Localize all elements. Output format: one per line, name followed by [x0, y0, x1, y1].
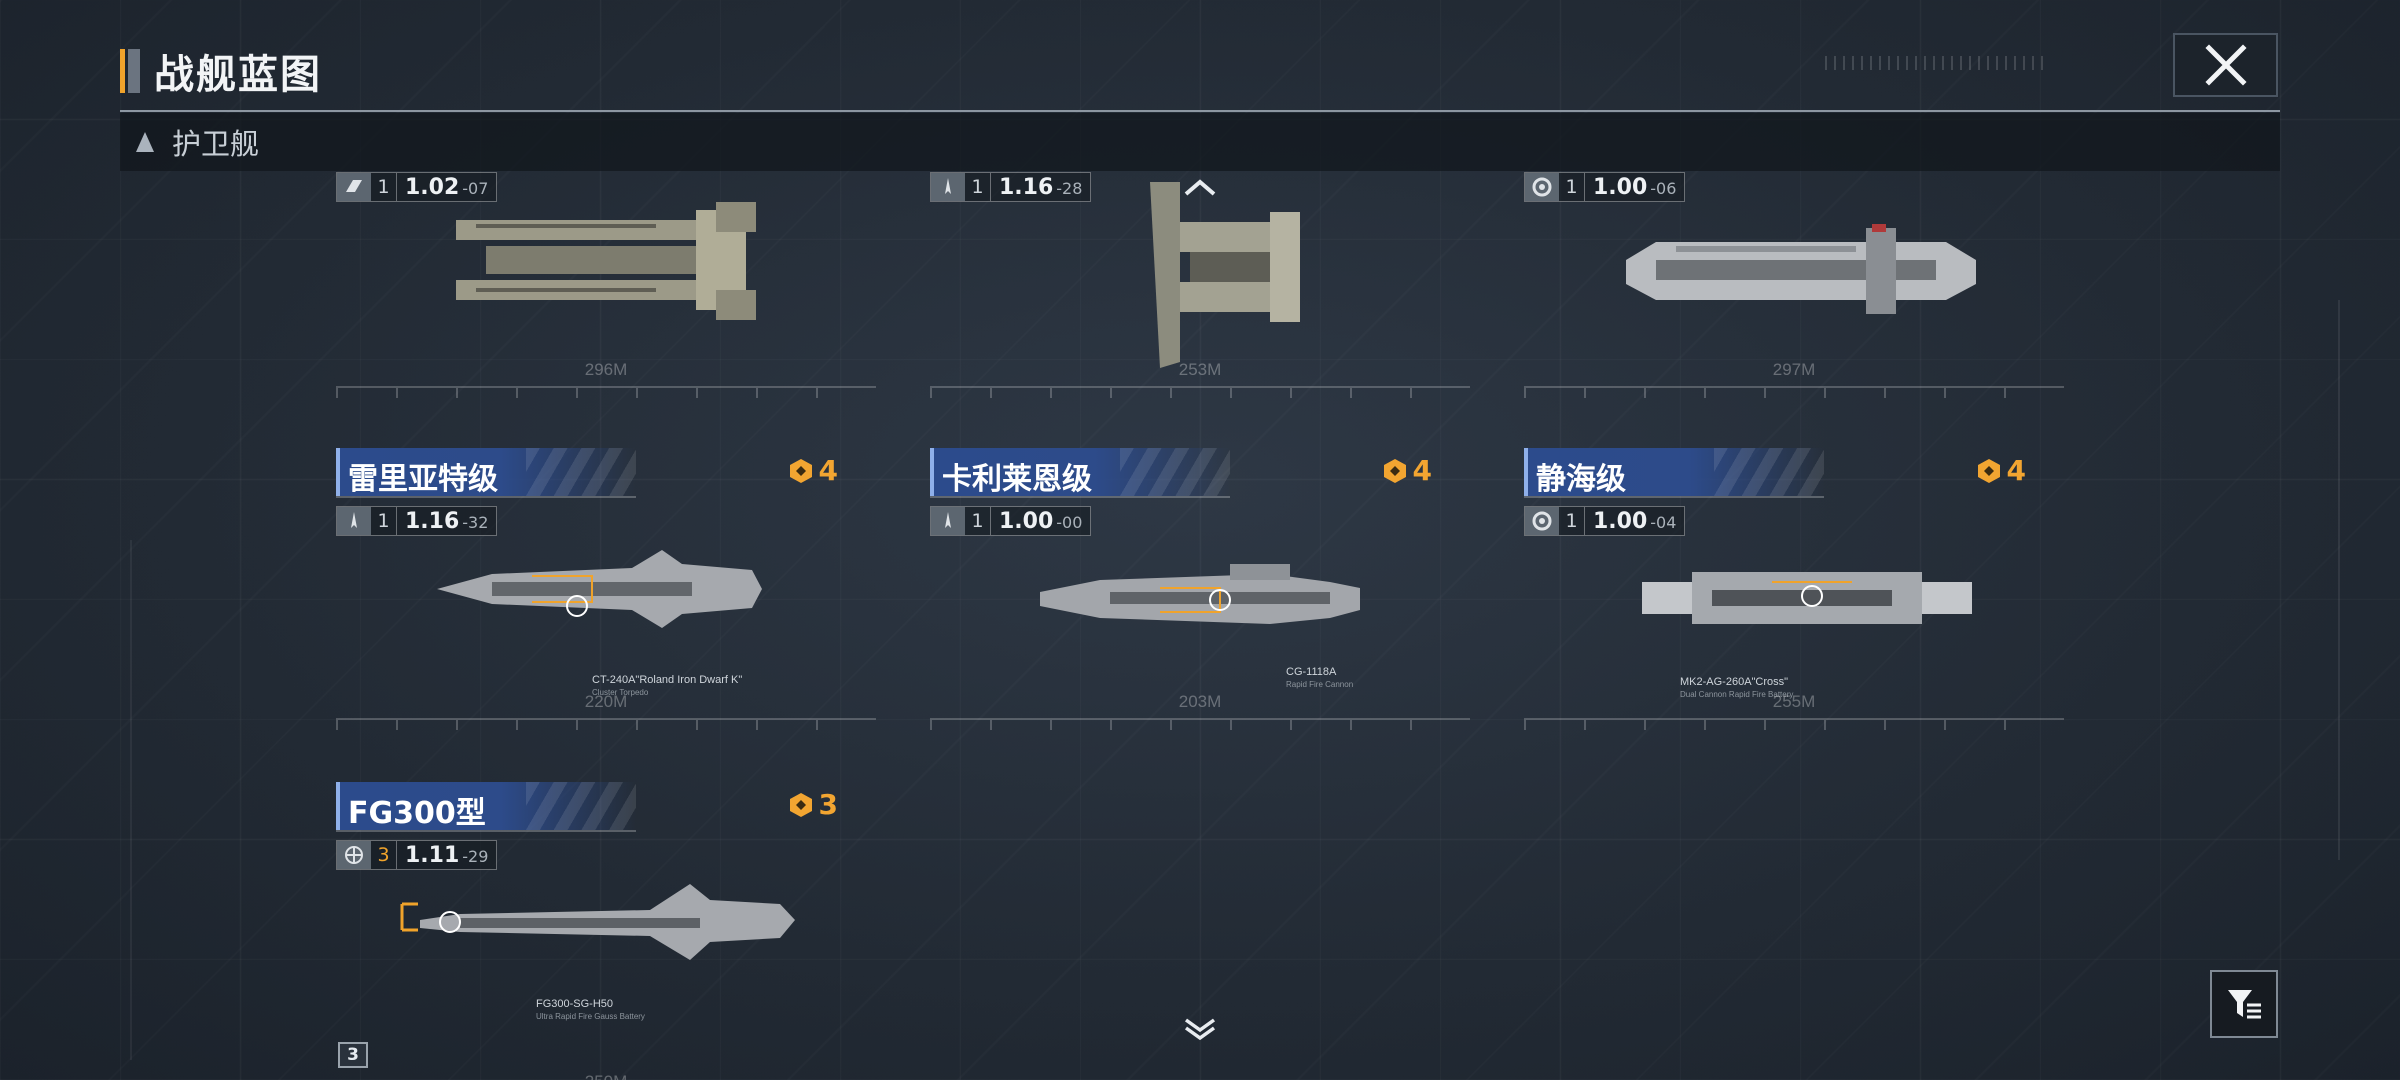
ship-cost: 3: [787, 788, 838, 821]
ship-length: 250M: [336, 1072, 876, 1080]
ship-class-icon: [337, 173, 371, 201]
ship-cost: 4: [1381, 454, 1432, 487]
ship-name: 卡利莱恩级: [942, 462, 1092, 497]
decorative-barcode: [1825, 56, 2050, 70]
title-accent-mark: [120, 49, 140, 93]
ship-cost-value: 3: [818, 788, 838, 821]
ship-cost: 4: [1975, 454, 2026, 487]
close-icon: [2204, 44, 2247, 86]
ship-class-icon: [1525, 507, 1559, 535]
ship-stats: 1 1.00 -04: [1524, 506, 1686, 536]
background-ruler: [130, 540, 150, 1060]
ship-length: 203M: [1178, 692, 1222, 711]
ship-stats: 1 1.16 -28: [930, 172, 1092, 202]
ship-card[interactable]: 卡利莱恩级 4 1 1.00 -00 CG-1118A Rapid Fire Can…: [930, 448, 1470, 748]
ship-level: 1: [371, 507, 397, 535]
ship-length: 253M: [1178, 360, 1222, 379]
ship-stat-main: 1.00: [1593, 175, 1648, 200]
ship-card[interactable]: 1 1.00 -06 297M: [1524, 116, 2064, 416]
hex-cost-icon: [1977, 458, 2000, 483]
ship-stat-sub: -00: [1056, 513, 1083, 532]
ship-cost-value: 4: [1412, 454, 1432, 487]
ship-class-icon: [337, 841, 371, 869]
scale-ticks: [930, 388, 1470, 398]
close-button[interactable]: [2173, 33, 2278, 97]
ship-image: [1040, 564, 1360, 624]
ship-length: 297M: [1772, 360, 1816, 379]
ship-stats: 1 1.00 -06: [1524, 172, 1686, 202]
ship-card[interactable]: FG300型 3 3 1.11 -29 FG300-SG-H50 Ultra Rap…: [336, 782, 876, 1080]
ship-card[interactable]: 1 1.02 -07 296M: [336, 116, 876, 416]
scale-ticks: [1524, 388, 2064, 398]
weapon-label: FG300-SG-H50 Ultra Rapid Fire Gauss Batte…: [536, 998, 645, 1021]
ship-stat-main: 1.16: [999, 175, 1054, 200]
page-title: 战舰蓝图: [154, 52, 322, 98]
ship-level: 1: [371, 173, 397, 201]
page-badge: 3: [338, 1042, 368, 1068]
weapon-label: CG-1118A Rapid Fire Cannon: [1286, 666, 1354, 689]
scale-ticks: [336, 720, 876, 730]
ship-cost: 4: [787, 454, 838, 487]
ship-stat-sub: -06: [1650, 179, 1677, 198]
ship-class-icon: [337, 507, 371, 535]
ship-class-icon: [1525, 173, 1559, 201]
ship-image: [1626, 224, 1976, 314]
ship-stats: 1 1.16 -32: [336, 506, 498, 536]
ship-level: 1: [965, 507, 991, 535]
filter-icon: [2228, 990, 2261, 1019]
ship-stat-main: 1.00: [999, 509, 1054, 534]
ship-cost-value: 4: [2006, 454, 2026, 487]
background-ruler: [2280, 300, 2340, 860]
ship-class-icon: [931, 507, 965, 535]
ship-length: 220M: [584, 692, 628, 711]
ship-stat-sub: -29: [462, 847, 489, 866]
ship-card[interactable]: 雷里亚特级 4 1 1.16 -32 CT-240A"Roland Iron Dw…: [336, 448, 876, 748]
ship-name: FG300型: [348, 796, 486, 831]
scale-ticks: [1524, 720, 2064, 730]
filter-button[interactable]: [2210, 970, 2278, 1038]
ship-image: [400, 884, 795, 960]
ship-image: [1150, 182, 1300, 368]
ship-stats: 1 1.00 -00: [930, 506, 1092, 536]
hex-cost-icon: [1383, 458, 1406, 483]
hex-cost-icon: [789, 792, 812, 817]
scale-ticks: [336, 388, 876, 398]
ship-image: [1642, 572, 1972, 624]
ship-image: [437, 550, 762, 628]
ship-stats: 3 1.11 -29: [336, 840, 498, 870]
ship-name: 雷里亚特级: [348, 462, 498, 497]
ship-stat-sub: -32: [462, 513, 489, 532]
ship-stat-sub: -04: [1650, 513, 1677, 532]
ship-stat-main: 1.00: [1593, 509, 1648, 534]
header-divider: [120, 110, 2280, 112]
scale-ticks: [930, 720, 1470, 730]
ship-length: 255M: [1772, 692, 1816, 711]
ship-stat-main: 1.11: [405, 843, 460, 868]
hex-cost-icon: [789, 458, 812, 483]
ship-stat-sub: -28: [1056, 179, 1083, 198]
ship-length: 296M: [584, 360, 628, 379]
ship-class-icon: [931, 173, 965, 201]
category-label: 护卫舰: [172, 127, 260, 161]
ship-card[interactable]: 静海级 4 1 1.00 -04 MK2-AG-260A"Cross" Dual C…: [1524, 448, 2064, 748]
ship-level: 1: [965, 173, 991, 201]
page-header: 战舰蓝图: [120, 42, 322, 100]
chevron-down-icon[interactable]: [1182, 1016, 1218, 1040]
ship-card[interactable]: 1 1.16 -28 253M: [930, 116, 1470, 416]
collapse-triangle-icon: [136, 132, 154, 152]
ship-level: 3: [371, 841, 397, 869]
ship-level: 1: [1559, 507, 1585, 535]
ship-name: 静海级: [1536, 462, 1626, 497]
ship-image: [456, 202, 756, 320]
ship-stat-main: 1.16: [405, 509, 460, 534]
ship-level: 1: [1559, 173, 1585, 201]
ship-cost-value: 4: [818, 454, 838, 487]
